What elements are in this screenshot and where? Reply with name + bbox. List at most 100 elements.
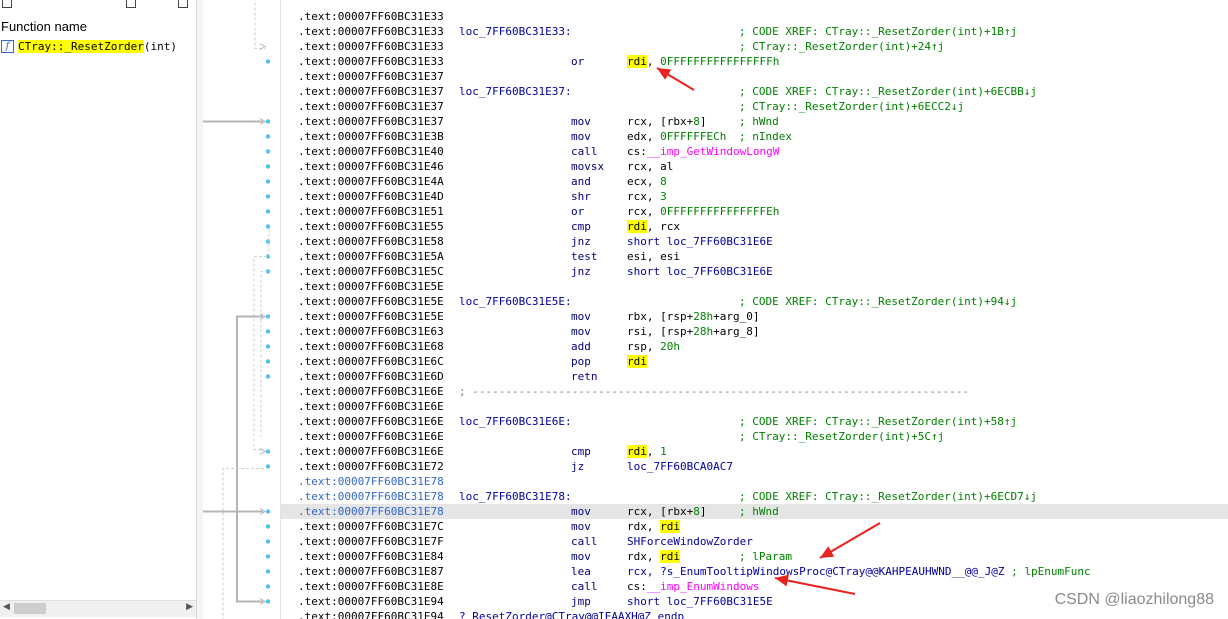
address[interactable]: .text:00007FF60BC31E8E xyxy=(298,579,444,594)
mnemonic[interactable]: cmp xyxy=(571,219,591,234)
code-label[interactable]: loc_7FF60BC31E33: xyxy=(459,24,572,39)
operands[interactable]: rdi, 0FFFFFFFFFFFFFFFFh xyxy=(627,54,779,69)
mnemonic[interactable]: shr xyxy=(571,189,591,204)
operands[interactable]: rsi, [rsp+28h+arg_8] xyxy=(627,324,759,339)
comment[interactable]: ; CTray::_ResetZorder(int)+5C↑j xyxy=(739,429,944,444)
operands[interactable]: rsp, 20h xyxy=(627,339,680,354)
operands[interactable]: short loc_7FF60BC31E5E xyxy=(627,594,773,609)
toolbar-button[interactable] xyxy=(2,0,12,8)
address[interactable]: .text:00007FF60BC31E94 xyxy=(298,594,444,609)
horizontal-scrollbar[interactable]: ◀ ▶ xyxy=(0,600,196,617)
listing-line[interactable]: .text:00007FF60BC31E3B mov edx, 0FFFFFFECh… xyxy=(281,129,1228,144)
address[interactable]: .text:00007FF60BC31E33 xyxy=(298,54,444,69)
toolbar-button[interactable] xyxy=(178,0,188,8)
address[interactable]: .text:00007FF60BC31E46 xyxy=(298,159,444,174)
address[interactable]: .text:00007FF60BC31E51 xyxy=(298,204,444,219)
operands[interactable]: rdi, 1 xyxy=(627,444,667,459)
mnemonic[interactable]: call xyxy=(571,534,598,549)
operands[interactable]: esi, esi xyxy=(627,249,680,264)
address[interactable]: .text:00007FF60BC31E33 xyxy=(298,24,444,39)
mnemonic[interactable]: movsx xyxy=(571,159,604,174)
mnemonic[interactable]: mov xyxy=(571,549,591,564)
address[interactable]: .text:00007FF60BC31E37 xyxy=(298,114,444,129)
comment[interactable]: ; CODE XREF: CTray::_ResetZorder(int)+6E… xyxy=(739,489,1037,504)
listing-line[interactable]: .text:00007FF60BC31E87 lea rcx, ?s_EnumToo… xyxy=(281,564,1228,579)
operands[interactable]: rcx, [rbx+8] xyxy=(627,504,706,519)
operands[interactable]: edx, 0FFFFFFECh xyxy=(627,129,726,144)
listing-line[interactable]: .text:00007FF60BC31E4D shr rcx, 3 xyxy=(281,189,1228,204)
address[interactable]: .text:00007FF60BC31E6E xyxy=(298,444,444,459)
mnemonic[interactable]: or xyxy=(571,54,584,69)
address[interactable]: .text:00007FF60BC31E37 xyxy=(298,69,444,84)
mnemonic[interactable]: retn xyxy=(571,369,598,384)
mnemonic[interactable]: call xyxy=(571,579,598,594)
listing-line[interactable]: .text:00007FF60BC31E5C jnz short loc_7FF60… xyxy=(281,264,1228,279)
listing-line[interactable]: .text:00007FF60BC31E6E loc_7FF60BC31E6E:;… xyxy=(281,414,1228,429)
mnemonic[interactable]: jmp xyxy=(571,594,591,609)
mnemonic[interactable]: mov xyxy=(571,519,591,534)
address[interactable]: .text:00007FF60BC31E6E xyxy=(298,399,444,414)
mnemonic[interactable]: add xyxy=(571,339,591,354)
mnemonic[interactable]: lea xyxy=(571,564,591,579)
comment[interactable]: ; nIndex xyxy=(739,129,792,144)
mnemonic[interactable]: jz xyxy=(571,459,584,474)
listing-line[interactable]: .text:00007FF60BC31E58 jnz short loc_7FF60… xyxy=(281,234,1228,249)
listing-line[interactable]: .text:00007FF60BC31E78 loc_7FF60BC31E78:;… xyxy=(281,489,1228,504)
address[interactable]: .text:00007FF60BC31E37 xyxy=(298,99,444,114)
address[interactable]: .text:00007FF60BC31E68 xyxy=(298,339,444,354)
function-list-header[interactable]: Function name xyxy=(1,19,87,34)
scroll-thumb[interactable] xyxy=(14,603,46,614)
comment[interactable]: ; CODE XREF: CTray::_ResetZorder(int)+58… xyxy=(739,414,1017,429)
listing-line[interactable]: .text:00007FF60BC31E37 loc_7FF60BC31E37:;… xyxy=(281,84,1228,99)
operands[interactable]: short loc_7FF60BC31E6E xyxy=(627,234,773,249)
operands[interactable]: cs:__imp_EnumWindows xyxy=(627,579,759,594)
mnemonic[interactable]: test xyxy=(571,249,598,264)
address[interactable]: .text:00007FF60BC31E78 xyxy=(298,504,444,519)
function-list-item[interactable]: f CTray::_ResetZorder(int) xyxy=(0,38,177,54)
comment[interactable]: ; CODE XREF: CTray::_ResetZorder(int)+6E… xyxy=(739,84,1037,99)
address[interactable]: .text:00007FF60BC31E4D xyxy=(298,189,444,204)
address[interactable]: .text:00007FF60BC31E6E xyxy=(298,429,444,444)
operands[interactable]: rcx, [rbx+8] xyxy=(627,114,706,129)
mnemonic[interactable]: mov xyxy=(571,114,591,129)
code-label[interactable]: loc_7FF60BC31E5E: xyxy=(459,294,572,309)
address[interactable]: .text:00007FF60BC31E78 xyxy=(298,489,444,504)
listing-line[interactable]: .text:00007FF60BC31E6D retn xyxy=(281,369,1228,384)
address[interactable]: .text:00007FF60BC31E5A xyxy=(298,249,444,264)
address[interactable]: .text:00007FF60BC31E78 xyxy=(298,474,444,489)
listing-line[interactable]: .text:00007FF60BC31E33 ; CTray::_ResetZor… xyxy=(281,39,1228,54)
listing-line[interactable]: .text:00007FF60BC31E40 call cs:__imp_GetWi… xyxy=(281,144,1228,159)
listing-line[interactable]: .text:00007FF60BC31E51 or rcx, 0FFFFFFFFFF… xyxy=(281,204,1228,219)
code-label[interactable]: ?_ResetZorder@CTray@@IEAAXH@Z endp xyxy=(459,609,684,619)
listing-line[interactable]: .text:00007FF60BC31E78 mov rcx, [rbx+8] ; h… xyxy=(281,504,1228,519)
mnemonic[interactable]: call xyxy=(571,144,598,159)
address[interactable]: .text:00007FF60BC31E87 xyxy=(298,564,444,579)
address[interactable]: .text:00007FF60BC31E5E xyxy=(298,294,444,309)
comment[interactable]: ; hWnd xyxy=(739,504,779,519)
comment[interactable]: ; CTray::_ResetZorder(int)+6ECC2↓j xyxy=(739,99,964,114)
operands[interactable]: cs:__imp_GetWindowLongW xyxy=(627,144,779,159)
listing-line[interactable]: .text:00007FF60BC31E33 or rdi, 0FFFFFFFFFF… xyxy=(281,54,1228,69)
separator-comment[interactable]: ; --------------------------------------… xyxy=(459,384,969,399)
listing-line[interactable]: .text:00007FF60BC31E37 ; CTray::_ResetZor… xyxy=(281,99,1228,114)
listing-line[interactable]: .text:00007FF60BC31E5E mov rbx, [rsp+28h+a… xyxy=(281,309,1228,324)
mnemonic[interactable]: and xyxy=(571,174,591,189)
listing-line[interactable]: .text:00007FF60BC31E5E loc_7FF60BC31E5E:;… xyxy=(281,294,1228,309)
address[interactable]: .text:00007FF60BC31E33 xyxy=(298,9,444,24)
listing-line[interactable]: .text:00007FF60BC31E46 movsx rcx, al xyxy=(281,159,1228,174)
address[interactable]: .text:00007FF60BC31E40 xyxy=(298,144,444,159)
operands[interactable]: loc_7FF60BCA0AC7 xyxy=(627,459,733,474)
listing-line[interactable]: .text:00007FF60BC31E55 cmp rdi, rcx xyxy=(281,219,1228,234)
listing-line[interactable]: .text:00007FF60BC31E37 mov rcx, [rbx+8] ; h… xyxy=(281,114,1228,129)
address[interactable]: .text:00007FF60BC31E7F xyxy=(298,534,444,549)
operands[interactable]: rcx, al xyxy=(627,159,673,174)
operands[interactable]: SHForceWindowZorder xyxy=(627,534,753,549)
mnemonic[interactable]: cmp xyxy=(571,444,591,459)
operands[interactable]: rdx, rdi xyxy=(627,549,680,564)
code-label[interactable]: loc_7FF60BC31E37: xyxy=(459,84,572,99)
address[interactable]: .text:00007FF60BC31E5E xyxy=(298,279,444,294)
address[interactable]: .text:00007FF60BC31E63 xyxy=(298,324,444,339)
listing-line[interactable]: .text:00007FF60BC31E7F call SHForceWindowZ… xyxy=(281,534,1228,549)
mnemonic[interactable]: mov xyxy=(571,309,591,324)
address[interactable]: .text:00007FF60BC31E6E xyxy=(298,414,444,429)
